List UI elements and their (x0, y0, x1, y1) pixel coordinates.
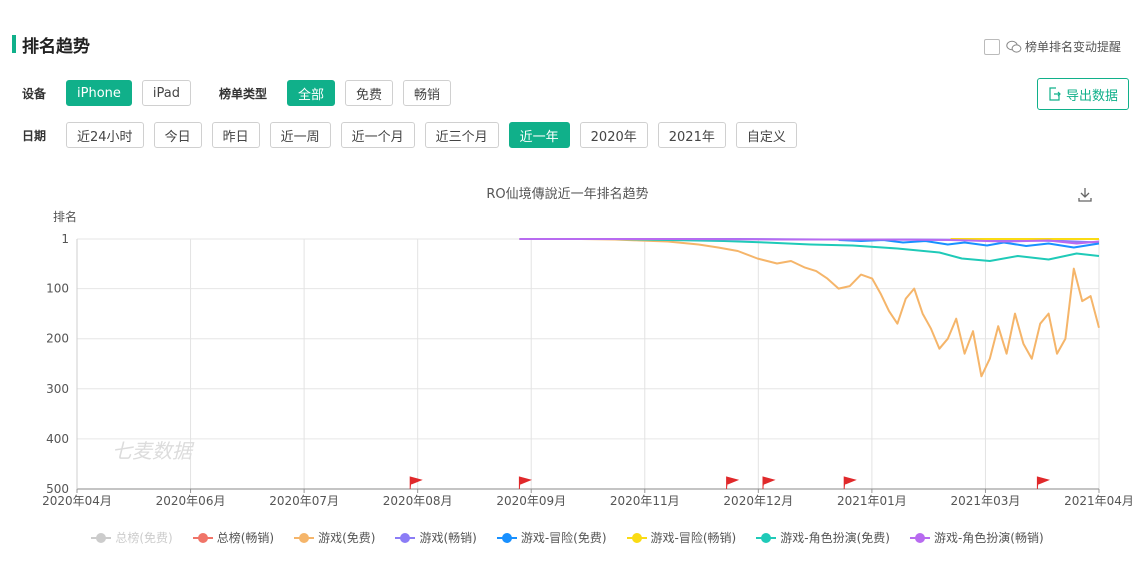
y-tick-label: 200 (46, 332, 69, 346)
legend-label: 游戏(畅销) (419, 531, 477, 545)
x-tick-label: 2021年03月 (951, 494, 1021, 508)
legend-label: 游戏-冒险(免费) (520, 531, 607, 545)
legend-swatch (395, 532, 416, 543)
y-tick-label: 300 (46, 382, 69, 396)
legend-item[interactable]: 总榜(畅销) (192, 529, 275, 546)
event-flag-icon (1036, 476, 1050, 489)
legend-swatch (496, 532, 517, 543)
y-tick-label: 100 (46, 282, 69, 296)
legend-swatch (626, 532, 647, 543)
x-tick-label: 2021年04月 (1064, 494, 1134, 508)
legend-item[interactable]: 游戏-冒险(免费) (496, 529, 607, 546)
y-axis-title: 排名 (53, 209, 77, 224)
legend-item[interactable]: 游戏-角色扮演(免费) (756, 529, 890, 546)
event-flag-icon (726, 476, 740, 489)
legend-label: 总榜(畅销) (216, 531, 275, 545)
legend-swatch (192, 532, 213, 543)
series-line (519, 238, 1100, 378)
x-tick-label: 2020年08月 (383, 494, 453, 508)
x-tick-label: 2020年11月 (610, 494, 680, 508)
rank-trend-chart: 11002003004005002020年04月 2020年06月 2020年07月… (42, 209, 1134, 508)
legend-label: 游戏-冒险(畅销) (650, 531, 737, 545)
x-tick-label: 2020年06月 (156, 494, 226, 508)
legend-item[interactable]: 游戏(免费) (294, 529, 375, 546)
x-tick-label: 2020年12月 (723, 494, 793, 508)
y-tick-label: 400 (46, 432, 69, 446)
legend-swatch (756, 532, 777, 543)
legend-swatch (91, 532, 112, 543)
y-tick-label: 1 (61, 232, 69, 246)
legend-label: 总榜(免费) (115, 531, 173, 545)
x-tick-label: 2021年01月 (837, 494, 907, 508)
event-flag-icon (762, 476, 776, 489)
event-flag-icon (518, 476, 532, 489)
legend-swatch (909, 532, 930, 543)
legend-item[interactable]: 游戏-角色扮演(畅销) (909, 529, 1044, 546)
legend-swatch (294, 532, 315, 543)
series-line (614, 238, 1100, 262)
legend-label: 游戏-角色扮演(免费) (780, 531, 890, 545)
x-tick-label: 2020年09月 (496, 494, 566, 508)
event-flag-icon (843, 476, 857, 489)
x-tick-label: 2020年04月 (42, 494, 112, 508)
chart-legend: 总榜(免费) 总榜(畅销) 游戏(免费) 游戏(畅销) 游戏-冒险(免费) 游戏-冒险(畅… (0, 529, 1135, 546)
legend-item[interactable]: 游戏-冒险(畅销) (626, 529, 737, 546)
watermark: 七麦数据 (112, 439, 195, 463)
legend-item[interactable]: 总榜(免费) (91, 529, 173, 546)
legend-label: 游戏(免费) (318, 531, 376, 545)
event-flag-icon (409, 476, 423, 489)
legend-label: 游戏-角色扮演(畅销) (933, 531, 1044, 545)
legend-item[interactable]: 游戏(畅销) (395, 529, 477, 546)
x-tick-label: 2020年07月 (269, 494, 339, 508)
